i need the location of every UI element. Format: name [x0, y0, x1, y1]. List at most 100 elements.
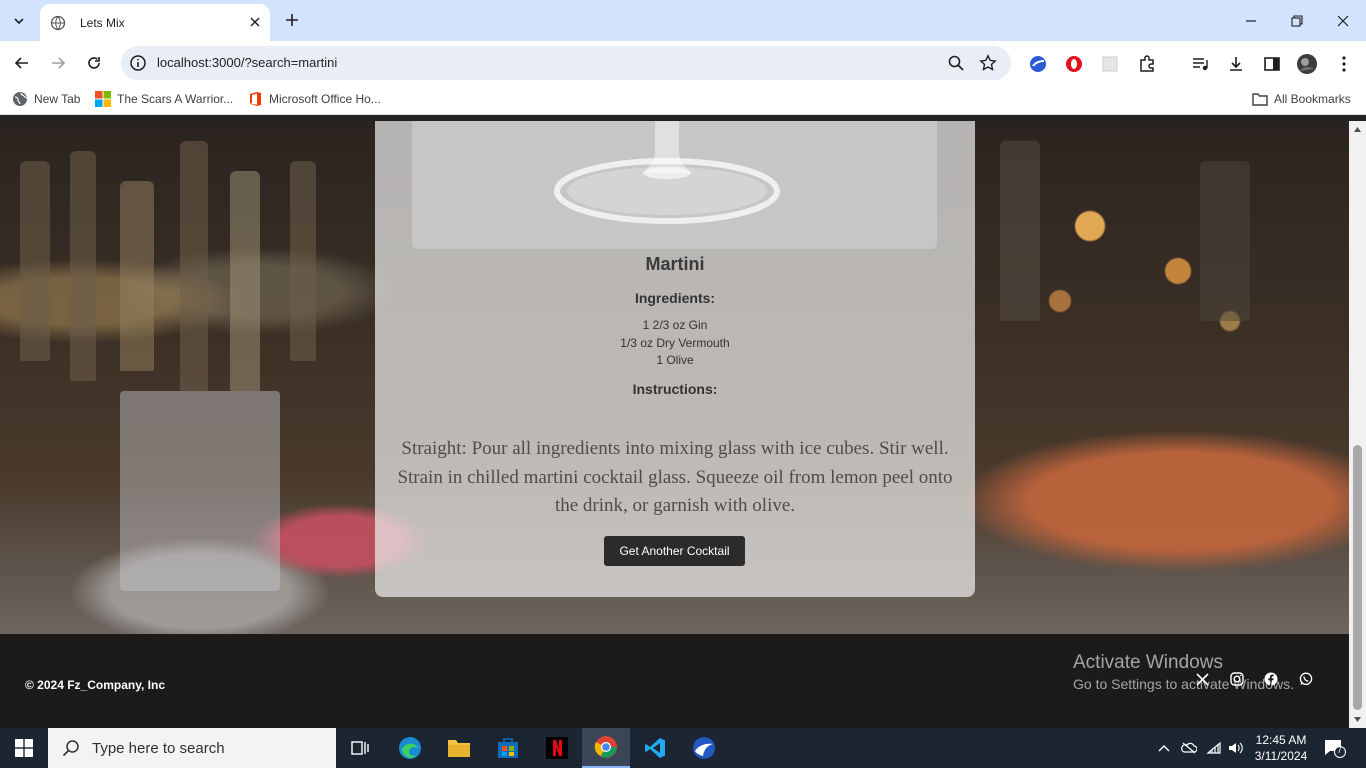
taskbar-search-placeholder: Type here to search	[92, 739, 225, 757]
media-queue-icon[interactable]	[1190, 54, 1210, 74]
copyright-text: © 2024 Fz_Company, Inc	[25, 678, 165, 692]
wifi-icon	[1206, 741, 1221, 754]
tab-title: Lets Mix	[80, 15, 125, 30]
back-button[interactable]	[8, 49, 36, 77]
browser-title-bar: Lets Mix	[0, 0, 1366, 41]
windows-start-icon	[15, 739, 33, 757]
extension-blue-icon[interactable]	[1028, 54, 1048, 74]
folder-icon	[448, 740, 470, 757]
restore-button[interactable]	[1274, 0, 1320, 41]
forward-button[interactable]	[44, 49, 72, 77]
extension-puzzle-grey-icon[interactable]	[1100, 54, 1120, 74]
restore-icon	[1291, 14, 1303, 27]
whatsapp-icon[interactable]	[1298, 671, 1314, 687]
vscode-icon	[645, 738, 665, 758]
taskbar-vscode[interactable]	[631, 728, 679, 768]
ingredients-heading: Ingredients:	[634, 290, 716, 306]
address-bar[interactable]: localhost:3000/?search=martini	[121, 46, 1011, 80]
office-icon	[250, 92, 261, 106]
bookmark-scars-warrior[interactable]: The Scars A Warrior...	[95, 91, 233, 107]
windows-logo-icon	[95, 91, 111, 107]
extension-opera-icon[interactable]	[1064, 54, 1084, 74]
bookmark-label: New Tab	[34, 92, 81, 106]
ingredient-item: 1/3 oz Dry Vermouth	[620, 335, 730, 350]
bookmark-label: Microsoft Office Ho...	[269, 92, 381, 106]
new-tab-button[interactable]	[280, 8, 304, 32]
speaker-icon	[1229, 742, 1243, 754]
search-icon	[62, 740, 79, 757]
bookmarks-bar: New Tab The Scars A Warrior... Microsoft…	[0, 85, 1366, 115]
scroll-thumb[interactable]	[1353, 445, 1362, 710]
store-icon	[498, 738, 518, 758]
app-globe-icon	[693, 737, 715, 759]
chrome-icon	[594, 736, 617, 758]
clock-date: 3/11/2024	[1254, 749, 1308, 763]
menu-icon[interactable]	[1334, 54, 1354, 74]
extensions-puzzle-icon[interactable]	[1137, 54, 1157, 74]
side-panel-icon[interactable]	[1262, 54, 1282, 74]
taskbar-file-explorer[interactable]	[435, 728, 483, 768]
notification-center[interactable]: 7	[1324, 738, 1346, 758]
instructions-text: Straight: Pour all ingredients into mixi…	[397, 438, 953, 516]
drink-name: Martini	[645, 254, 705, 274]
profile-avatar[interactable]	[1297, 54, 1317, 74]
notification-icon	[1325, 740, 1346, 758]
tab-close-icon[interactable]	[246, 13, 264, 31]
taskbar-chrome[interactable]	[582, 728, 630, 768]
instructions-heading: Instructions:	[632, 381, 718, 397]
bookmark-office[interactable]: Microsoft Office Ho...	[247, 91, 381, 107]
clock-time: 12:45 AM	[1255, 733, 1307, 747]
folder-icon	[1252, 93, 1268, 106]
scroll-down-icon[interactable]	[1353, 715, 1362, 724]
netflix-icon	[546, 737, 568, 759]
minimize-icon	[1246, 19, 1256, 22]
close-window-button[interactable]	[1320, 0, 1366, 41]
watermark-subtitle: Go to Settings to activate Windows.	[1073, 676, 1294, 692]
taskbar-netflix[interactable]	[533, 728, 581, 768]
task-view-icon	[351, 741, 369, 755]
taskbar-clock[interactable]: 12:45 AM 3/11/2024	[1250, 732, 1312, 764]
bookmark-new-tab[interactable]: New Tab	[12, 91, 80, 107]
page-scrollbar[interactable]	[1349, 121, 1366, 728]
network-tray[interactable]	[1206, 740, 1222, 756]
address-url[interactable]: localhost:3000/?search=martini	[157, 55, 337, 70]
reload-button[interactable]	[80, 49, 108, 77]
browser-tab-active[interactable]: Lets Mix	[40, 4, 270, 41]
volume-tray[interactable]	[1228, 740, 1244, 756]
show-hidden-icons[interactable]	[1156, 740, 1172, 756]
taskbar-search[interactable]: Type here to search	[48, 728, 336, 768]
scroll-up-icon[interactable]	[1353, 125, 1362, 134]
notification-count: 7	[1337, 745, 1343, 755]
arrow-right-icon	[52, 57, 66, 69]
taskbar-store[interactable]	[484, 728, 532, 768]
site-info-icon[interactable]	[129, 54, 147, 72]
zoom-icon[interactable]	[947, 54, 965, 72]
activate-windows-watermark: Activate Windows Go to Settings to activ…	[1073, 652, 1294, 692]
plus-icon	[286, 14, 298, 26]
close-icon	[1337, 15, 1349, 26]
ingredient-item: 1 Olive	[656, 353, 694, 367]
taskbar-app-globe[interactable]	[680, 728, 728, 768]
page-viewport: Martini Ingredients: 1 2/3 oz Gin 1/3 oz…	[0, 121, 1349, 728]
cocktail-image	[412, 121, 937, 249]
chevron-up-icon	[1158, 745, 1170, 752]
reload-icon	[88, 57, 100, 69]
watermark-title: Activate Windows	[1073, 652, 1223, 673]
cloud-offline-icon	[1181, 742, 1197, 754]
get-another-cocktail-button[interactable]: Get Another Cocktail	[604, 536, 745, 566]
edge-icon	[399, 737, 421, 759]
all-bookmarks-label: All Bookmarks	[1274, 92, 1351, 106]
task-view-button[interactable]	[336, 728, 384, 768]
ingredient-item: 1 2/3 oz Gin	[642, 318, 708, 332]
tab-search-button[interactable]	[6, 8, 32, 34]
taskbar-edge[interactable]	[386, 728, 434, 768]
bookmark-star-icon[interactable]	[979, 54, 997, 72]
onedrive-tray[interactable]	[1181, 740, 1197, 756]
bookmark-label: The Scars A Warrior...	[117, 92, 234, 106]
start-button[interactable]	[0, 728, 48, 768]
minimize-button[interactable]	[1228, 0, 1274, 41]
all-bookmarks[interactable]: All Bookmarks	[1252, 91, 1351, 107]
arrow-left-icon	[14, 57, 28, 69]
download-icon[interactable]	[1226, 54, 1246, 74]
ingredients-list: 1 2/3 oz Gin 1/3 oz Dry Vermouth 1 Olive	[375, 317, 975, 370]
